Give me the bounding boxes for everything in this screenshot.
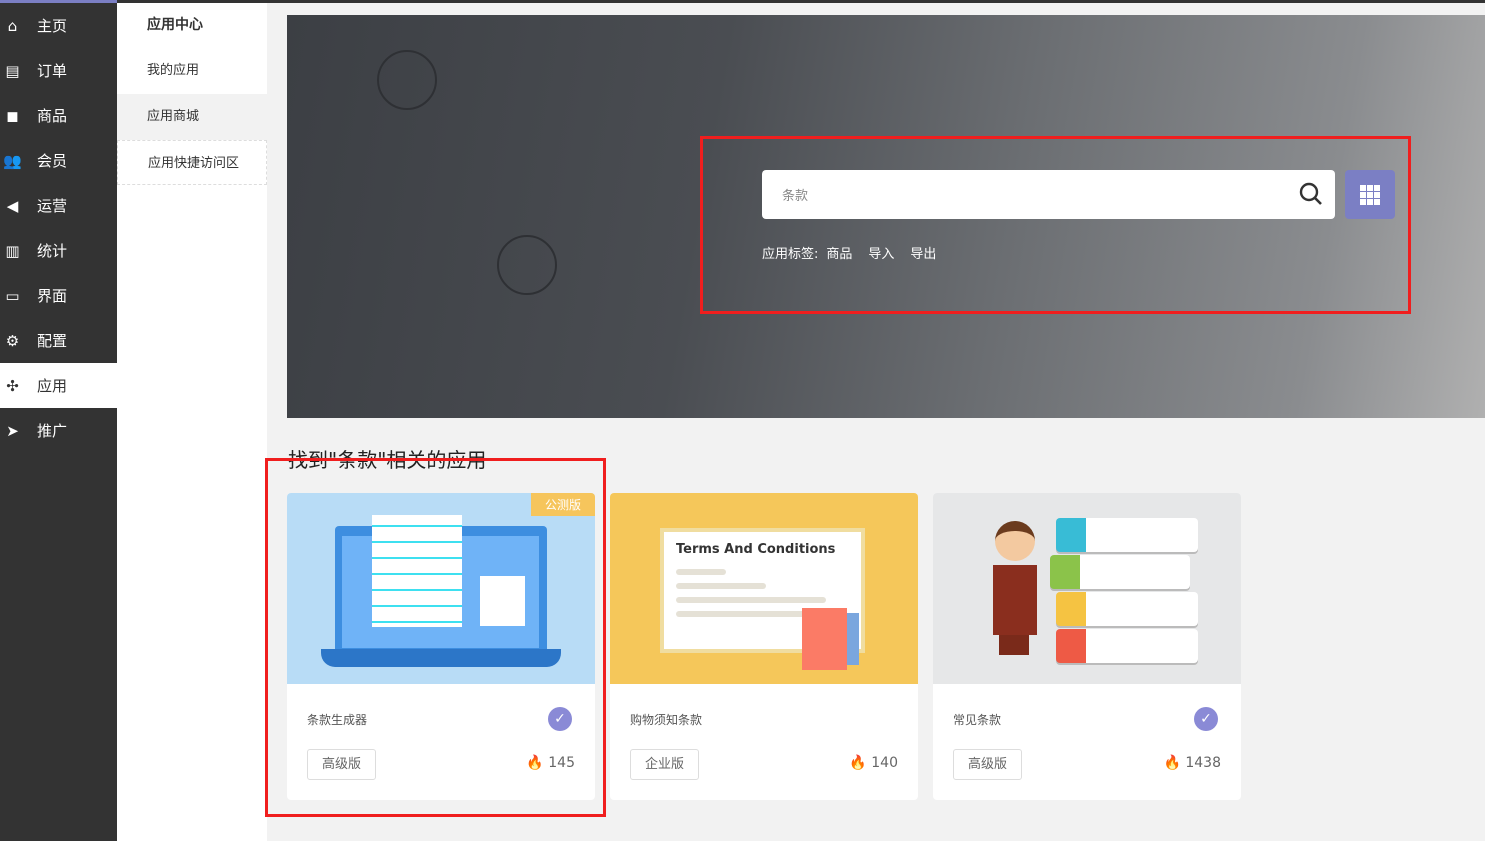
paper-plane-icon: ➤ (6, 421, 19, 440)
app-image (933, 493, 1241, 684)
sidebar-item-label: 配置 (37, 332, 68, 350)
sidebar-item-label: 界面 (37, 287, 68, 305)
sidebar-item-interface[interactable]: ▭ 界面 (0, 273, 117, 318)
sidebar-item-label: 订单 (37, 62, 68, 80)
app-name: 常见条款 (953, 713, 1002, 727)
search-box (762, 170, 1335, 219)
app-card[interactable]: 常见条款 ✓ 高级版 🔥 1438 (933, 493, 1241, 800)
sidebar-item-apps[interactable]: ✣ 应用 (0, 363, 117, 408)
app-card[interactable]: Terms And Conditions 购物须知条款 企业版 🔥 140 (610, 493, 918, 800)
app-name: 购物须知条款 (630, 713, 703, 727)
edition-tag: 高级版 (953, 749, 1023, 780)
bar-chart-icon: ▥ (5, 241, 20, 260)
sidebar-item-members[interactable]: 👥 会员 (0, 138, 117, 183)
submenu-item-quick-access[interactable]: 应用快捷访问区 (117, 140, 267, 185)
box-icon: ◼ (6, 106, 19, 125)
flame-icon: 🔥 (1163, 755, 1181, 771)
tag-link[interactable]: 导出 (910, 247, 936, 262)
grid-view-button[interactable] (1345, 170, 1395, 219)
app-image: Terms And Conditions (610, 493, 918, 684)
app-tags: 应用标签: 商品 导入 导出 (762, 243, 952, 262)
tag-link[interactable]: 导入 (868, 247, 894, 262)
usage-count: 🔥 1438 (1163, 755, 1221, 771)
gear-icon: ⚙ (5, 331, 20, 350)
highlight-box-search (700, 136, 1411, 314)
button-decoration (497, 235, 557, 295)
sidebar-item-orders[interactable]: ▤ 订单 (0, 48, 117, 93)
flame-icon: 🔥 (849, 755, 867, 771)
sidebar-item-label: 会员 (37, 152, 68, 170)
tags-label: 应用标签: (762, 247, 819, 262)
sidebar-item-operations[interactable]: ◀ 运营 (0, 183, 117, 228)
highlight-box-card (265, 458, 606, 817)
search-input[interactable] (762, 170, 1282, 219)
submenu: 应用中心 我的应用 应用商城 应用快捷访问区 (117, 3, 267, 841)
verified-check-icon: ✓ (1194, 707, 1218, 731)
megaphone-icon: ◀ (6, 196, 19, 215)
usage-count: 🔥 140 (849, 755, 898, 771)
edition-tag: 企业版 (630, 749, 700, 780)
submenu-item-app-store[interactable]: 应用商城 (117, 94, 267, 140)
sidebar-item-label: 商品 (37, 107, 68, 125)
sidebar-item-label: 主页 (37, 17, 68, 35)
search-icon[interactable] (1299, 182, 1323, 206)
sidebar-item-home[interactable]: ⌂ 主页 (0, 3, 117, 48)
users-icon: 👥 (3, 151, 22, 170)
store-icon: ▭ (5, 286, 20, 305)
sidebar-item-products[interactable]: ◼ 商品 (0, 93, 117, 138)
submenu-title: 应用中心 (147, 17, 203, 33)
sidebar-item-label: 推广 (37, 422, 68, 440)
sidebar-item-label: 应用 (37, 377, 68, 395)
sidebar-item-label: 统计 (37, 242, 68, 260)
sidebar-item-promotion[interactable]: ➤ 推广 (0, 408, 117, 453)
sidebar: ⌂ 主页 ▤ 订单 ◼ 商品 👥 会员 ◀ 运营 ▥ 统计 ▭ 界面 ⚙ 配置 ✣ 应用 ➤ 推广 (0, 3, 117, 841)
button-decoration (377, 50, 437, 110)
submenu-item-my-apps[interactable]: 我的应用 (117, 48, 267, 94)
sidebar-item-label: 运营 (37, 197, 68, 215)
tag-link[interactable]: 商品 (826, 247, 852, 262)
shopping-bag-graphic (802, 608, 847, 670)
sidebar-item-config[interactable]: ⚙ 配置 (0, 318, 117, 363)
puzzle-icon: ✣ (6, 376, 19, 395)
sidebar-item-stats[interactable]: ▥ 统计 (0, 228, 117, 273)
home-icon: ⌂ (7, 16, 18, 35)
order-icon: ▤ (5, 61, 20, 80)
